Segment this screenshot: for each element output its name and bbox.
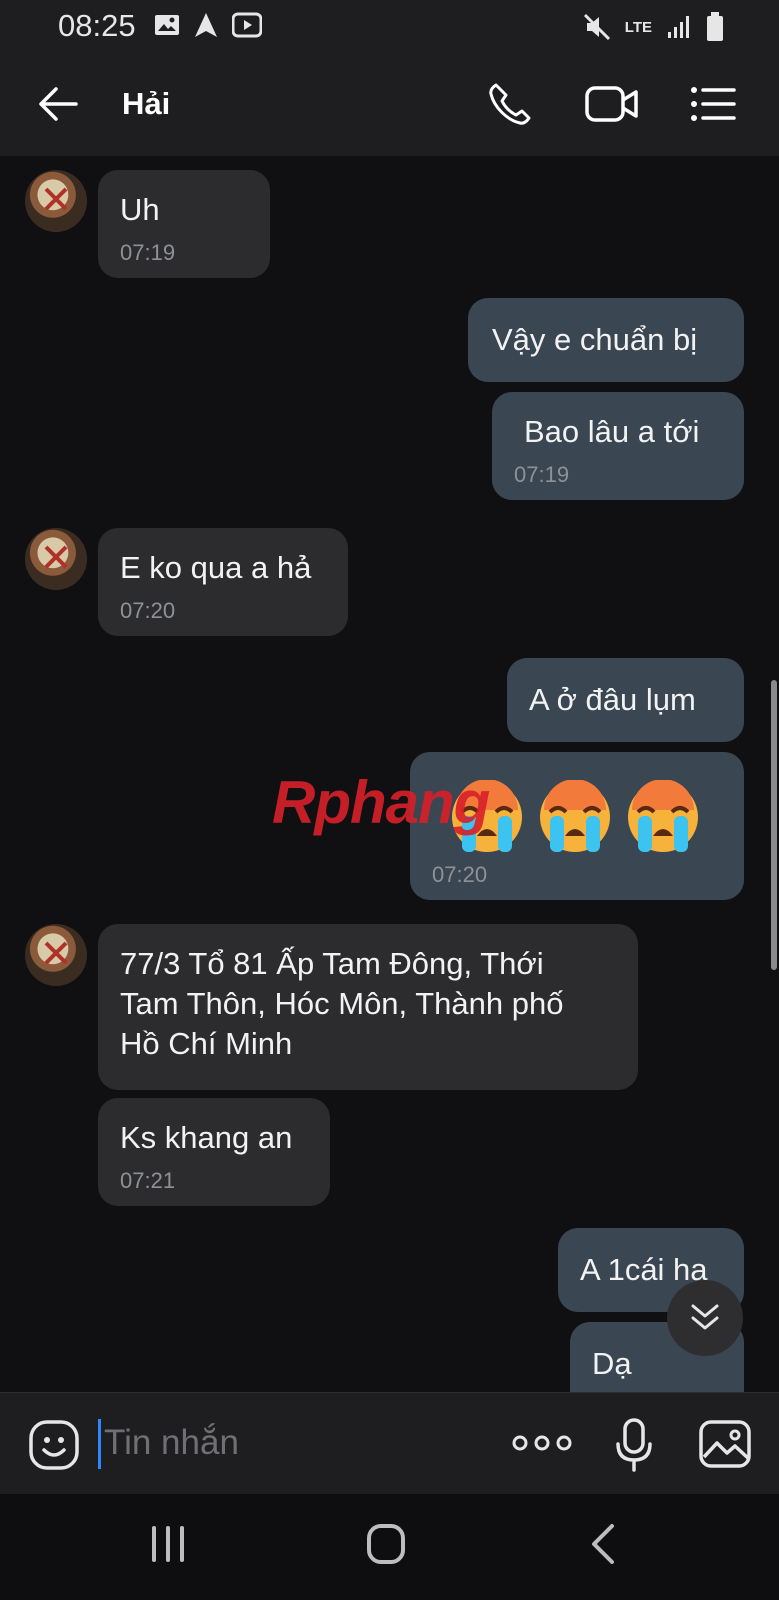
avatar[interactable] [25, 924, 87, 986]
message-bubble-incoming[interactable]: E ko qua a hả 07:20 [98, 528, 348, 636]
message-bubble-outgoing[interactable]: Vậy e chuẩn bị [468, 298, 744, 382]
avatar-pattern-icon [44, 187, 68, 211]
crying-face-emoji-icon [628, 780, 698, 852]
message-text: Ks khang an [120, 1120, 293, 1155]
status-bar: 08:25 LTE [0, 0, 779, 52]
chat-header: Hải [0, 52, 779, 156]
text-caret [98, 1419, 101, 1469]
home-icon[interactable] [366, 1522, 406, 1566]
message-bubble-outgoing[interactable]: Bao lâu a tới 07:19 [492, 392, 744, 500]
phone-icon[interactable] [486, 80, 534, 128]
emoji-icon[interactable] [28, 1419, 80, 1471]
recent-apps-icon[interactable] [148, 1524, 188, 1564]
navigation-icon [195, 13, 217, 37]
scrollbar[interactable] [771, 680, 777, 970]
battery-icon [707, 12, 723, 41]
contact-name[interactable]: Hải [122, 86, 170, 122]
status-left-icons [154, 12, 262, 38]
message-text-line: Tam Thôn, Hóc Môn, Thành phố [120, 986, 564, 1021]
message-time: 07:20 [120, 598, 176, 623]
message-text-line: 77/3 Tổ 81 Ấp Tam Đông, Thới [120, 946, 544, 981]
back-arrow-icon[interactable] [36, 82, 80, 126]
signal-icon [668, 16, 689, 38]
message-text: Vậy e chuẩn bị [492, 322, 698, 357]
crying-face-emoji-icon [540, 780, 610, 852]
more-icon[interactable] [512, 1431, 572, 1455]
watermark-text: Rphang [272, 769, 490, 836]
chevron-double-down-icon [691, 1304, 719, 1330]
message-input[interactable]: Tin nhắn [104, 1423, 239, 1463]
message-text-line: Hồ Chí Minh [120, 1026, 293, 1061]
message-text: E ko qua a hả [120, 550, 312, 585]
avatar[interactable] [25, 528, 87, 590]
message-bubble-incoming[interactable]: Ks khang an 07:21 [98, 1098, 330, 1206]
message-text: Dạ [592, 1346, 632, 1381]
image-notification-icon [155, 15, 179, 35]
message-bubble-incoming[interactable]: Uh 07:19 [98, 170, 270, 278]
watermark-logo: Rphang [272, 768, 490, 837]
message-bubble-incoming[interactable]: 77/3 Tổ 81 Ấp Tam Đông, Thới Tam Thôn, H… [98, 924, 638, 1090]
menu-list-icon[interactable] [690, 80, 736, 128]
avatar-pattern-icon [44, 545, 68, 569]
message-text: Uh [120, 192, 160, 227]
youtube-icon [232, 12, 262, 38]
avatar[interactable] [25, 170, 87, 232]
message-time: 07:21 [120, 1168, 176, 1193]
video-camera-icon[interactable] [584, 80, 640, 128]
scroll-to-bottom-button[interactable] [667, 1280, 743, 1356]
status-time: 08:25 [58, 8, 136, 43]
message-text: A ở đâu lụm [529, 682, 696, 717]
message-time: 07:20 [432, 862, 488, 887]
mute-icon [583, 13, 610, 41]
status-right-icons: LTE [583, 12, 724, 42]
gallery-icon[interactable] [698, 1419, 752, 1469]
avatar-pattern-icon [44, 941, 68, 965]
system-back-icon[interactable] [588, 1522, 618, 1566]
message-time: 07:19 [120, 240, 176, 265]
system-navigation-bar [0, 1494, 779, 1600]
message-time: 07:19 [514, 462, 570, 487]
message-text: Bao lâu a tới [524, 414, 700, 449]
network-type: LTE [624, 18, 652, 36]
microphone-icon[interactable] [614, 1417, 654, 1473]
message-bubble-outgoing[interactable]: A ở đâu lụm [507, 658, 744, 742]
message-input-bar: Tin nhắn [0, 1392, 779, 1495]
